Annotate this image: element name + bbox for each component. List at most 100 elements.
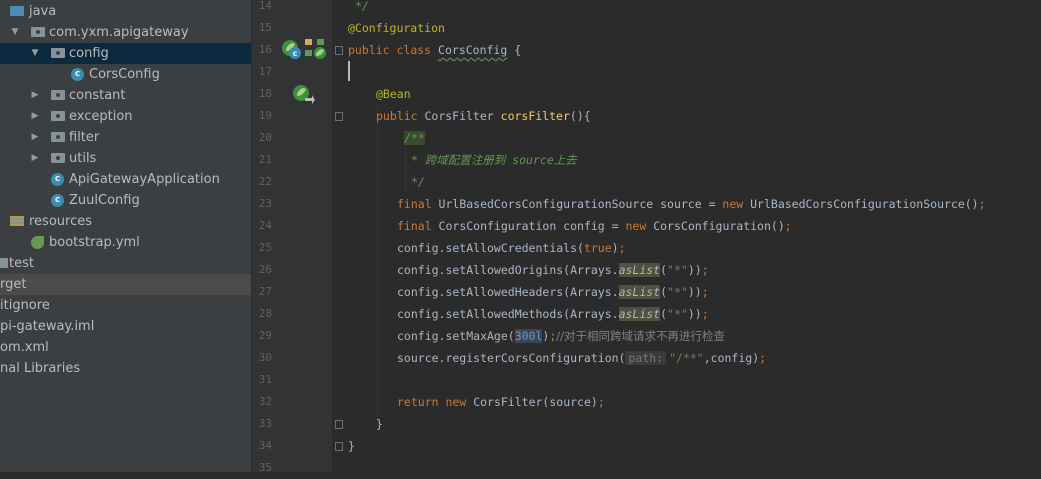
tree-item-label: pi-gateway.iml xyxy=(0,319,95,334)
line-number: 23 xyxy=(258,197,272,210)
tree-item[interactable]: ▶ utils xyxy=(0,148,251,169)
resources-folder-icon xyxy=(10,216,24,226)
package-icon xyxy=(51,132,65,142)
tree-item-label: constant xyxy=(69,88,126,103)
tree-item[interactable]: c CorsConfig xyxy=(0,64,251,85)
code-line-26: config.setAllowedOrigins(Arrays.asList("… xyxy=(397,263,709,277)
tree-item[interactable]: ▼ config xyxy=(0,43,251,64)
svg-text:c: c xyxy=(293,49,298,58)
line-number: 24 xyxy=(258,219,272,232)
tree-item-label: utils xyxy=(69,151,97,166)
fold-marker-method[interactable] xyxy=(335,112,343,121)
code-line-18: @Bean xyxy=(376,87,411,101)
code-line-20: /** xyxy=(404,131,425,145)
tree-item[interactable]: ▶ exception xyxy=(0,106,251,127)
collapsed-arrow-icon[interactable]: ▶ xyxy=(30,148,40,169)
code-line-29: config.setMaxAge(300l);//对于相同跨域请求不再进行检查 xyxy=(397,329,726,343)
spring-bean-class-icon[interactable]: c xyxy=(281,39,303,61)
tree-item-label: exception xyxy=(69,109,133,124)
tree-item-label: CorsConfig xyxy=(89,67,160,82)
text-caret xyxy=(348,61,350,81)
line-number: 27 xyxy=(258,285,272,298)
line-number: 29 xyxy=(258,329,272,342)
code-line-30: source.registerCorsConfiguration(path: "/… xyxy=(397,351,767,365)
line-number: 34 xyxy=(258,439,272,452)
tree-item-label: test xyxy=(9,256,34,271)
tree-item[interactable]: java xyxy=(0,1,251,22)
yaml-file-icon xyxy=(31,236,44,249)
tree-item-label: ZuulConfig xyxy=(69,193,140,208)
fold-marker-method-end[interactable] xyxy=(335,420,343,429)
tree-item[interactable]: bootstrap.yml xyxy=(0,232,251,253)
editor-gutter: 14 15 16 17 18 19 20 21 22 23 24 25 26 27 28 29 30 31 32 33… xyxy=(252,0,332,474)
line-number: 17 xyxy=(258,65,272,78)
source-folder-icon xyxy=(10,6,24,16)
tree-item[interactable]: rget xyxy=(0,274,251,295)
code-line-25: config.setAllowCredentials(true); xyxy=(397,241,626,255)
code-line-19: public CorsFilter corsFilter(){ xyxy=(376,109,591,123)
line-number: 25 xyxy=(258,241,272,254)
code-line-34: } xyxy=(348,439,355,453)
spring-config-icon[interactable] xyxy=(304,38,328,60)
line-number: 22 xyxy=(258,175,272,188)
tree-item[interactable]: resources xyxy=(0,211,251,232)
spring-bean-method-icon[interactable] xyxy=(292,84,316,106)
tree-item[interactable]: pi-gateway.iml xyxy=(0,316,251,337)
class-icon: c xyxy=(71,68,84,81)
collapsed-arrow-icon[interactable]: ▶ xyxy=(30,127,40,148)
tree-item-label: rget xyxy=(0,277,27,292)
tree-item[interactable]: c ApiGatewayApplication xyxy=(0,169,251,190)
code-line-24: final CorsConfiguration config = new Cor… xyxy=(397,219,792,233)
tree-item[interactable]: ▼ com.yxm.apigateway xyxy=(0,22,251,43)
tree-item-label: com.yxm.apigateway xyxy=(49,25,189,40)
code-line-15: @Configuration xyxy=(348,21,445,35)
tree-item[interactable]: om.xml xyxy=(0,337,251,358)
line-number: 33 xyxy=(258,417,272,430)
line-number: 35 xyxy=(258,461,272,474)
line-number: 30 xyxy=(258,351,272,364)
package-icon xyxy=(51,153,65,163)
tree-item[interactable]: ▶ filter xyxy=(0,127,251,148)
package-icon xyxy=(51,48,65,58)
fold-marker-class-end[interactable] xyxy=(335,442,343,451)
package-icon xyxy=(51,111,65,121)
tree-item[interactable]: test xyxy=(0,253,251,274)
indent-guide xyxy=(377,106,378,426)
code-line-23: final UrlBasedCorsConfigurationSource so… xyxy=(397,197,986,211)
line-number: 31 xyxy=(258,373,272,386)
line-number: 14 xyxy=(258,0,272,12)
package-icon xyxy=(31,27,45,37)
tree-item-label: config xyxy=(69,46,109,61)
tree-item[interactable]: nal Libraries xyxy=(0,358,251,379)
code-line-21: * 跨域配置注册到 source上去 xyxy=(404,153,577,167)
expanded-arrow-icon[interactable]: ▼ xyxy=(10,22,20,43)
collapsed-arrow-icon[interactable]: ▶ xyxy=(30,85,40,106)
line-number: 26 xyxy=(258,263,272,276)
line-number: 18 xyxy=(258,87,272,100)
line-number: 21 xyxy=(258,153,272,166)
tree-item-label: filter xyxy=(69,130,100,145)
line-number: 28 xyxy=(258,307,272,320)
code-editor[interactable]: */ @Configuration public class CorsConfi… xyxy=(343,0,1041,472)
line-number: 15 xyxy=(258,21,272,34)
tree-item[interactable]: c ZuulConfig xyxy=(0,190,251,211)
parameter-hint: path: xyxy=(625,351,667,365)
code-line-27: config.setAllowedHeaders(Arrays.asList("… xyxy=(397,285,709,299)
tree-item-label: itignore xyxy=(0,298,50,313)
line-number: 19 xyxy=(258,109,272,122)
tree-item[interactable]: itignore xyxy=(0,295,251,316)
tree-item-label: java xyxy=(29,4,57,19)
code-line-16: public class CorsConfig { xyxy=(348,43,522,57)
tree-item-label: bootstrap.yml xyxy=(49,235,140,250)
folder-icon xyxy=(0,258,8,268)
fold-marker-class[interactable] xyxy=(335,46,343,55)
class-icon: c xyxy=(51,194,64,207)
code-line-28: config.setAllowedMethods(Arrays.asList("… xyxy=(397,307,709,321)
expanded-arrow-icon[interactable]: ▼ xyxy=(30,43,40,64)
tree-item[interactable]: ▶ constant xyxy=(0,85,251,106)
collapsed-arrow-icon[interactable]: ▶ xyxy=(30,106,40,127)
line-number: 32 xyxy=(258,395,272,408)
package-icon xyxy=(51,90,65,100)
line-number: 16 xyxy=(258,43,272,56)
code-line-33: } xyxy=(376,417,383,431)
